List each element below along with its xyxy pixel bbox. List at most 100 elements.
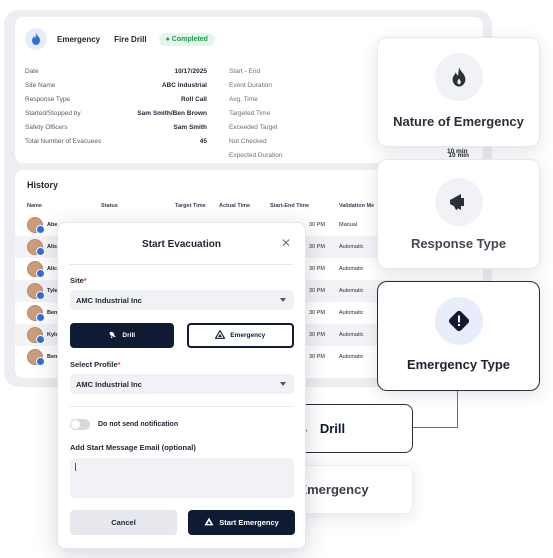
row-time: 30 PM	[309, 354, 325, 360]
notification-toggle-label: Do not send notification	[98, 421, 179, 428]
detail-row: Total Number of Evacuees 45	[25, 135, 207, 149]
history-title: History	[27, 180, 59, 190]
warning-triangle-icon	[204, 517, 214, 528]
row-method: Automatic	[339, 244, 364, 250]
detail-row: Date 10/17/2025	[25, 65, 207, 79]
row-name: Alis	[47, 244, 58, 250]
detail-label: Event Duration	[229, 82, 272, 89]
flame-icon	[25, 28, 47, 50]
row-time: 30 PM	[309, 222, 325, 228]
chevron-down-icon	[280, 382, 286, 386]
col-target-time: Target Time	[175, 203, 206, 209]
row-name: Ben	[47, 310, 58, 316]
profile-select-value: AMC Industrial Inc	[76, 380, 142, 389]
alert-diamond-icon	[435, 297, 483, 345]
col-name: Name	[27, 203, 42, 209]
row-time: 30 PM	[309, 310, 325, 316]
col-start-end-time: Start-End Time	[270, 203, 310, 209]
emergency-option-label: Emergency	[298, 482, 369, 497]
detail-label: Site Name	[25, 82, 56, 89]
drill-segment-label: Drill	[122, 332, 136, 339]
detail-label: Started/Stopped by	[25, 110, 81, 117]
emergency-segment-button[interactable]: Emergency	[186, 323, 294, 348]
email-label: Add Start Message Email (optional)	[70, 443, 196, 452]
profile-select[interactable]: AMC Industrial Inc	[70, 374, 294, 394]
cancel-button[interactable]: Cancel	[70, 510, 177, 535]
start-emergency-button[interactable]: Start Emergency	[188, 510, 295, 535]
row-time: 30 PM	[309, 332, 325, 338]
flame-icon	[435, 53, 483, 101]
detail-label: Date	[25, 68, 39, 75]
detail-label: Not Checked	[229, 138, 267, 145]
event-header: Emergency Fire Drill ● Completed	[25, 28, 215, 50]
detail-label: Expected Duration	[229, 152, 283, 159]
detail-row: Response Type Roll Call	[25, 93, 207, 107]
response-type-card[interactable]: Response Type	[377, 159, 540, 269]
nature-of-emergency-card[interactable]: Nature of Emergency	[377, 37, 540, 147]
row-time: 30 PM	[309, 266, 325, 272]
bell-icon	[108, 331, 117, 341]
start-evacuation-modal: Start Evacuation ✕ Site* AMC Industrial …	[57, 222, 306, 549]
detail-value: 10/17/2025	[174, 68, 207, 75]
row-method: Automatic	[339, 310, 364, 316]
connector-line	[412, 391, 458, 428]
detail-label: Avg. Time	[229, 96, 258, 103]
col-status: Status	[101, 203, 118, 209]
detail-value: Sam Smith/Ben Brown	[137, 110, 207, 117]
expected-duration-value: 10 min	[447, 148, 468, 155]
notification-toggle[interactable]	[70, 419, 90, 430]
detail-row: Site Name ABC Industrial	[25, 79, 207, 93]
start-message-textarea[interactable]	[70, 458, 294, 498]
event-details-left: Date 10/17/2025 Site Name ABC Industrial R…	[25, 65, 207, 149]
status-text: Completed	[171, 35, 208, 43]
text-caret	[75, 463, 76, 471]
card-title: Emergency Type	[406, 357, 511, 372]
row-method: Automatic	[339, 354, 364, 360]
row-name: Alic	[47, 266, 58, 272]
col-validation-method: Validation Me	[339, 203, 375, 209]
detail-value: Roll Call	[180, 96, 207, 103]
detail-row: Safety Officers Sam Smith	[25, 121, 207, 135]
emergency-type-card[interactable]: Emergency Type	[377, 281, 540, 391]
divider	[70, 264, 293, 265]
site-label-text: Site	[70, 276, 84, 285]
detail-value: 45	[199, 138, 207, 145]
site-select-value: AMC Industrial Inc	[76, 296, 142, 305]
profile-label-text: Select Profile	[70, 360, 118, 369]
row-method: Automatic	[339, 288, 364, 294]
profile-label: Select Profile*	[70, 360, 121, 369]
row-name: Abe	[47, 222, 58, 228]
emergency-segment-label: Emergency	[230, 332, 266, 339]
event-type: Fire Drill	[114, 34, 147, 44]
avatar	[27, 261, 45, 278]
megaphone-icon	[435, 178, 483, 226]
avatar	[27, 349, 45, 366]
chevron-down-icon	[280, 298, 286, 302]
row-time: 30 PM	[309, 244, 325, 250]
detail-label: Safety Officers	[25, 124, 68, 131]
site-select[interactable]: AMC Industrial Inc	[70, 290, 294, 310]
divider	[70, 406, 293, 407]
col-actual-time: Actual Time	[219, 203, 251, 209]
avatar	[27, 283, 45, 300]
detail-label: Targeted Time	[229, 110, 271, 117]
status-badge: ● Completed	[158, 32, 215, 46]
row-method: Manual	[339, 222, 358, 228]
detail-value: ABC Industrial	[161, 82, 207, 89]
site-label: Site*	[70, 276, 87, 285]
card-title: Nature of Emergency	[393, 114, 524, 129]
avatar	[27, 217, 45, 234]
detail-label: Exceeded Target	[229, 124, 278, 131]
row-method: Automatic	[339, 266, 364, 272]
card-title: Response Type	[410, 236, 507, 251]
row-method: Automatic	[339, 332, 364, 338]
drill-segment-button[interactable]: Drill	[70, 323, 174, 348]
close-icon[interactable]: ✕	[281, 236, 291, 250]
detail-label: Total Number of Evacuees	[25, 138, 102, 145]
row-time: 30 PM	[309, 288, 325, 294]
detail-value: Sam Smith	[173, 124, 207, 131]
warning-triangle-icon	[214, 329, 226, 341]
detail-label: Start - End	[229, 68, 261, 75]
modal-title: Start Evacuation	[142, 239, 221, 250]
mode-toggle: Drill Emergency	[70, 323, 294, 348]
